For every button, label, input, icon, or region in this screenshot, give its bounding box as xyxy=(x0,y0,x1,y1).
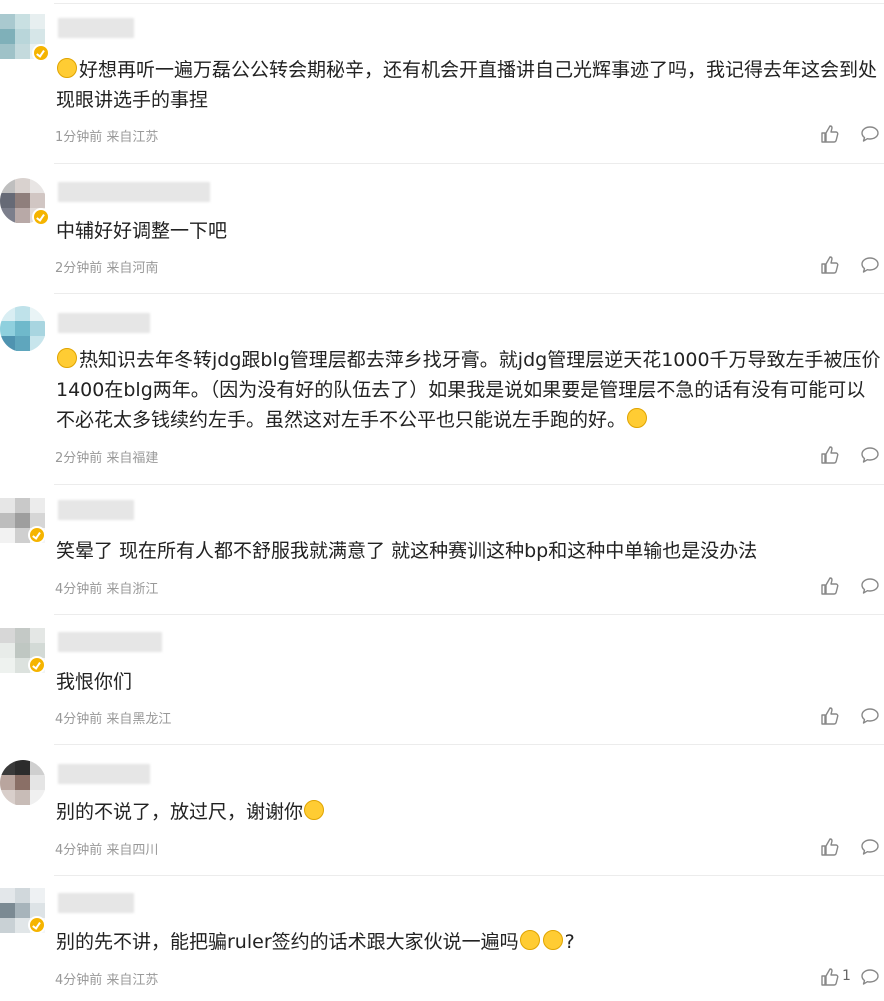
comment-bubble-icon[interactable] xyxy=(860,967,880,987)
comment-location: 来自江苏 xyxy=(106,973,159,988)
comment-time: 4分钟前 xyxy=(55,973,103,988)
comment-separator xyxy=(54,614,884,615)
surprised-emoji-icon xyxy=(304,800,325,820)
grin-emoji-icon xyxy=(57,348,77,368)
comment-location: 来自浙江 xyxy=(106,582,159,597)
comment-location: 来自四川 xyxy=(106,843,159,858)
comment-bubble-icon[interactable] xyxy=(860,837,880,857)
comment-bubble-icon[interactable] xyxy=(860,706,880,726)
thumbs-up-icon[interactable] xyxy=(820,837,840,857)
avatar[interactable] xyxy=(0,306,46,352)
smile-emoji-icon xyxy=(57,58,77,78)
thumbs-up-icon[interactable] xyxy=(820,445,840,465)
comment-time: 4分钟前 xyxy=(55,712,103,727)
top-separator xyxy=(54,3,884,4)
comment-text: 笑晕了 现在所有人都不舒服我就满意了 就这种赛训这种bp和这种中单输也是没办法 xyxy=(56,540,758,562)
comment-separator xyxy=(54,484,884,485)
comment-text: 我恨你们 xyxy=(56,671,133,693)
comment-location: 来自江苏 xyxy=(106,130,159,145)
comment-text: 好想再听一遍万磊公公转会期秘辛，还有机会开直播讲自己光辉事迹了吗，我记得去年这会… xyxy=(56,59,878,111)
avatar[interactable] xyxy=(0,760,46,806)
comment-location: 来自黑龙江 xyxy=(106,712,172,727)
thumbs-up-icon[interactable] xyxy=(820,967,840,987)
comment-time: 2分钟前 xyxy=(55,261,103,276)
comment-separator xyxy=(54,875,884,876)
vip-badge-icon xyxy=(28,526,46,544)
vip-badge-icon xyxy=(32,208,50,226)
comment-text: 热知识去年冬转jdg跟blg管理层都去萍乡找牙膏。就jdg管理层逆天花1000千… xyxy=(56,349,881,431)
comment-time: 2分钟前 xyxy=(55,451,103,466)
comment-time: 1分钟前 xyxy=(55,130,103,145)
comment-location: 来自河南 xyxy=(106,261,159,276)
comment-text: 中辅好好调整一下吧 xyxy=(56,220,228,242)
vip-badge-icon xyxy=(28,916,46,934)
comment-time: 4分钟前 xyxy=(55,843,103,858)
username[interactable] xyxy=(58,764,150,784)
thumbs-up-icon[interactable] xyxy=(820,124,840,144)
thumbs-up-icon[interactable] xyxy=(820,255,840,275)
comment-text-suffix: ? xyxy=(564,931,575,953)
comment-separator xyxy=(54,293,884,294)
thumb-emoji-icon xyxy=(627,408,648,428)
cry-emoji-icon xyxy=(519,930,540,950)
comment-text: 别的先不讲，能把骗ruler签约的话术跟大家伙说一遍吗 xyxy=(56,931,519,953)
vip-badge-icon xyxy=(28,656,46,674)
thumbs-up-icon[interactable] xyxy=(820,576,840,596)
like-count: 1 xyxy=(842,968,851,984)
comment-bubble-icon[interactable] xyxy=(860,255,880,275)
username[interactable] xyxy=(58,18,134,38)
comment-separator xyxy=(54,163,884,164)
vip-badge-icon xyxy=(32,44,50,62)
comment-separator xyxy=(54,744,884,745)
thumbs-up-icon[interactable] xyxy=(820,706,840,726)
username[interactable] xyxy=(58,313,150,333)
comment-bubble-icon[interactable] xyxy=(860,576,880,596)
username[interactable] xyxy=(58,893,134,913)
username[interactable] xyxy=(58,182,210,202)
comment-time: 4分钟前 xyxy=(55,582,103,597)
comment-location: 来自福建 xyxy=(106,451,159,466)
username[interactable] xyxy=(58,632,162,652)
username[interactable] xyxy=(58,500,134,520)
comment-bubble-icon[interactable] xyxy=(860,124,880,144)
comment-bubble-icon[interactable] xyxy=(860,445,880,465)
comment-text: 别的不说了，放过尺，谢谢你 xyxy=(56,801,304,823)
cry-emoji-icon xyxy=(542,930,563,950)
